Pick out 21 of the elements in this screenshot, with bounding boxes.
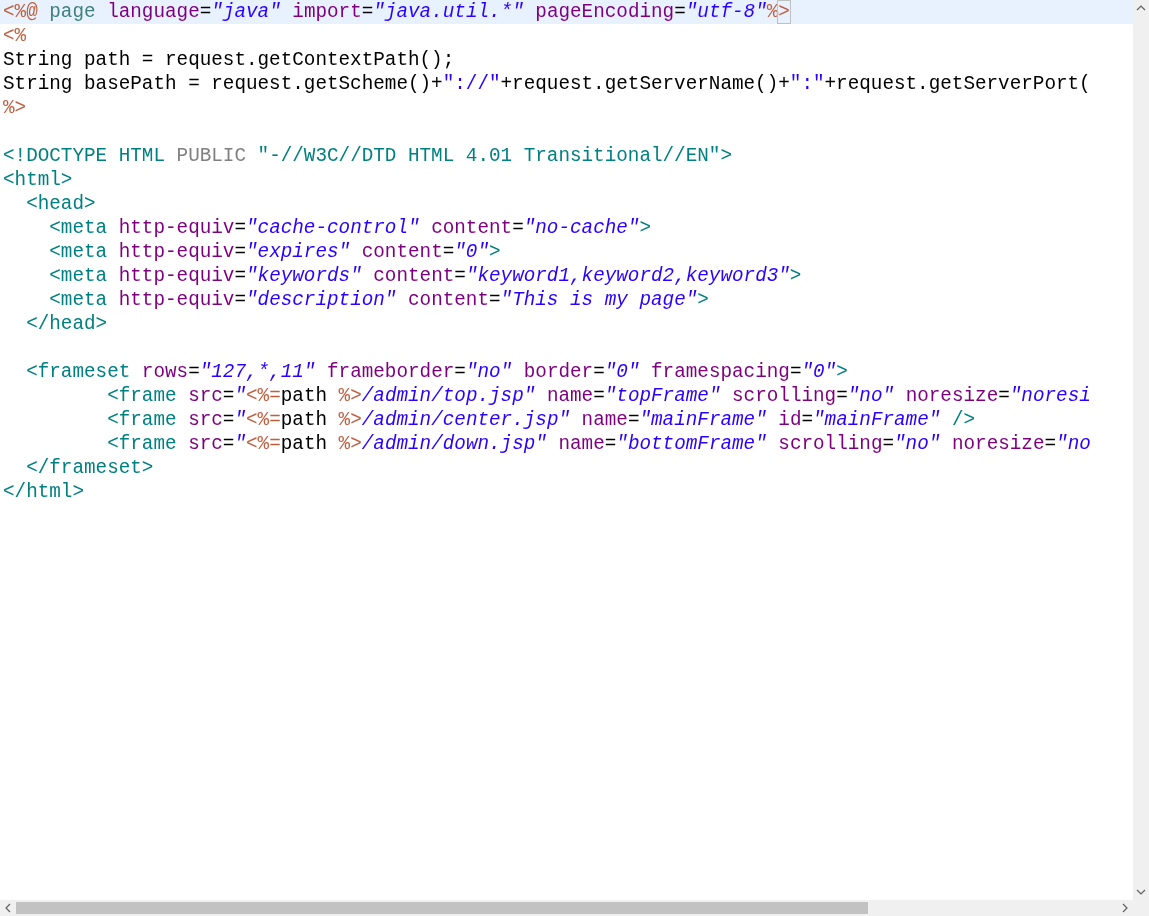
code-line: <meta http-equiv="cache-control" content="no-cache">	[48, 216, 652, 240]
code-line: <frame src="<%=path %>/admin/down.jsp" name="bottomFrame" scrolling="no" noresize="no	[106, 432, 1092, 456]
code-line: <%	[2, 24, 28, 48]
code-line: <html>	[2, 168, 74, 192]
code-line: <meta http-equiv="expires" content="0">	[48, 240, 502, 264]
code-line: <frameset rows="127,*,11" frameborder="no" border="0" framespacing="0">	[25, 360, 849, 384]
code-line: <frame src="<%=path %>/admin/center.jsp" name="mainFrame" id="mainFrame" />	[106, 408, 977, 432]
code-line: <meta http-equiv="keywords" content="keyword1,keyword2,keyword3">	[48, 264, 803, 288]
scrollbar-thumb[interactable]	[16, 902, 868, 914]
code-line: <frame src="<%=path %>/admin/top.jsp" name="topFrame" scrolling="no" noresize="noresi	[106, 384, 1092, 408]
code-line: </frameset>	[25, 456, 155, 480]
code-line: String path = request.getContextPath();	[2, 48, 456, 72]
horizontal-scrollbar[interactable]	[0, 900, 1133, 916]
code-line: <head>	[25, 192, 97, 216]
vertical-scrollbar[interactable]	[1133, 0, 1149, 900]
code-line: </head>	[25, 312, 109, 336]
code-line: <!DOCTYPE HTML PUBLIC "-//W3C//DTD HTML 4.01 Transitional//EN">	[2, 144, 733, 168]
code-line: </html>	[2, 480, 85, 504]
code-line: <meta http-equiv="description" content="This is my page">	[48, 288, 710, 312]
code-line: String basePath = request.getScheme()+"://"+request.getServerName()+":"+request.getServerPort(	[2, 72, 1092, 96]
code-line: %>	[2, 96, 28, 120]
